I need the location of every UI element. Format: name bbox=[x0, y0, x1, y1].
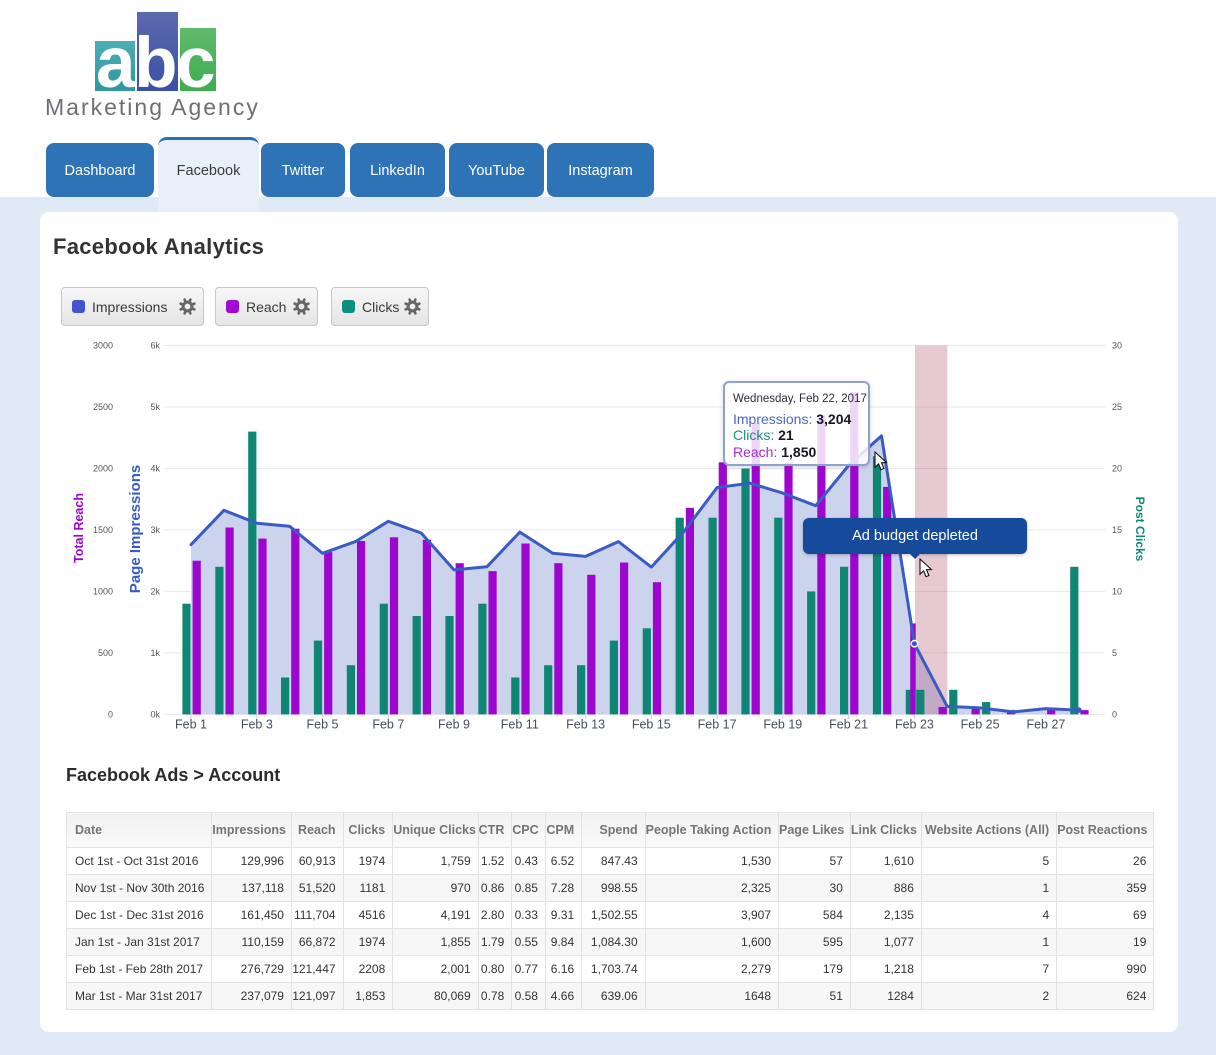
svg-text:Feb 1: Feb 1 bbox=[175, 718, 207, 732]
svg-text:5k: 5k bbox=[150, 402, 160, 412]
svg-text:Feb 25: Feb 25 bbox=[961, 718, 1000, 732]
svg-text:1k: 1k bbox=[150, 648, 160, 658]
svg-text:Post Clicks: Post Clicks bbox=[1133, 497, 1147, 562]
svg-text:6k: 6k bbox=[150, 341, 160, 351]
svg-text:Feb 17: Feb 17 bbox=[698, 718, 737, 732]
svg-text:10: 10 bbox=[1112, 587, 1122, 597]
svg-text:Feb 7: Feb 7 bbox=[372, 718, 404, 732]
svg-text:25: 25 bbox=[1112, 402, 1122, 412]
svg-text:2k: 2k bbox=[150, 587, 160, 597]
svg-text:30: 30 bbox=[1112, 341, 1122, 351]
svg-text:3k: 3k bbox=[150, 525, 160, 535]
svg-text:1000: 1000 bbox=[93, 587, 113, 597]
svg-text:Feb 19: Feb 19 bbox=[763, 718, 802, 732]
svg-text:2500: 2500 bbox=[93, 402, 113, 412]
svg-text:5: 5 bbox=[1112, 648, 1117, 658]
svg-text:Feb 21: Feb 21 bbox=[829, 718, 868, 732]
svg-text:Feb 15: Feb 15 bbox=[632, 718, 671, 732]
svg-text:Feb 27: Feb 27 bbox=[1026, 718, 1065, 732]
svg-text:4k: 4k bbox=[150, 464, 160, 474]
svg-text:0: 0 bbox=[108, 710, 113, 720]
svg-text:3000: 3000 bbox=[93, 341, 113, 351]
svg-text:Feb 13: Feb 13 bbox=[566, 718, 605, 732]
svg-text:1500: 1500 bbox=[93, 525, 113, 535]
svg-text:Feb 3: Feb 3 bbox=[241, 718, 273, 732]
svg-text:Feb 11: Feb 11 bbox=[501, 718, 539, 732]
svg-text:20: 20 bbox=[1112, 464, 1122, 474]
svg-text:0: 0 bbox=[1112, 710, 1117, 720]
svg-text:Total Reach: Total Reach bbox=[72, 493, 86, 563]
svg-text:Page Impressions: Page Impressions bbox=[127, 465, 144, 593]
svg-text:Feb 5: Feb 5 bbox=[307, 718, 339, 732]
svg-text:Feb 23: Feb 23 bbox=[895, 718, 934, 732]
svg-text:Feb 9: Feb 9 bbox=[438, 718, 470, 732]
svg-text:0k: 0k bbox=[150, 710, 160, 720]
svg-text:500: 500 bbox=[98, 648, 113, 658]
svg-text:2000: 2000 bbox=[93, 464, 113, 474]
svg-text:15: 15 bbox=[1112, 525, 1122, 535]
